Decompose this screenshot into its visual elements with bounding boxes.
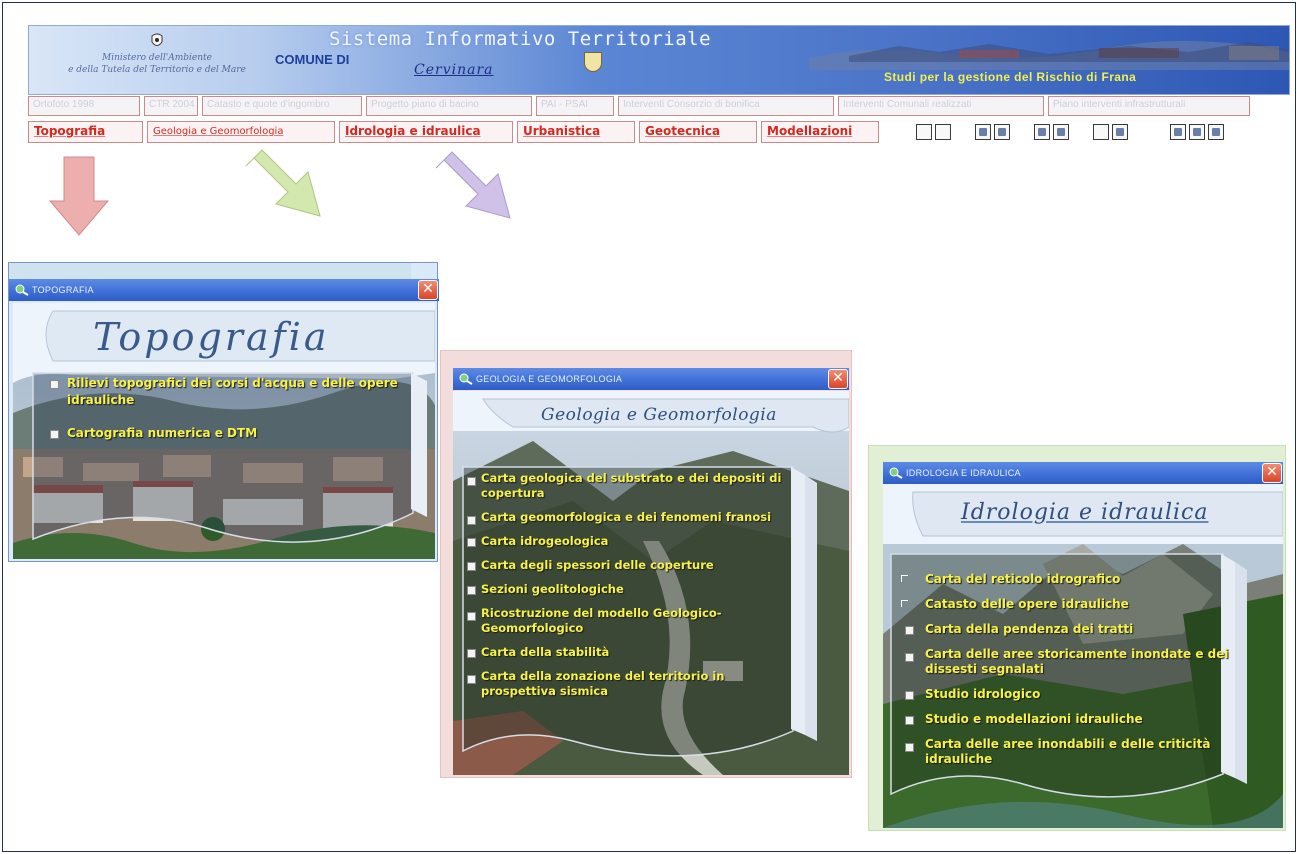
checkbox-icon[interactable]: [467, 649, 476, 658]
edit-icon[interactable]: [1053, 124, 1069, 140]
window-geologia[interactable]: GEOLOGIA E GEOMORFOLOGIA ✕ Geologia e Ge…: [440, 350, 852, 778]
arrow-topografia-icon: [48, 156, 110, 236]
list-item[interactable]: Carta della stabilità: [467, 645, 799, 660]
list-item[interactable]: Studio e modellazioni idrauliche: [905, 712, 1235, 727]
map-tools: [916, 124, 1224, 140]
list-item[interactable]: Carta geologica del substrato e dei depo…: [467, 471, 799, 501]
checkbox-icon[interactable]: [467, 562, 476, 571]
card-title-topografia: Topografia: [93, 315, 330, 359]
window-topografia[interactable]: TOPOGRAFIA ✕ Topografia Rilievi topograf…: [8, 262, 439, 562]
list-item[interactable]: Carta della zonazione del territorio in …: [467, 669, 799, 699]
tagline: Studi per la gestione del Rischio di Fra…: [884, 70, 1137, 84]
list-item[interactable]: Carta del reticolo idrografico: [901, 572, 1235, 587]
checkbox-icon[interactable]: [905, 716, 914, 725]
list-topografia: Rilievi topografici dei corsi d'acqua e …: [50, 375, 407, 442]
window-idrologia[interactable]: IDROLOGIA E IDRAULICA ✕ Idrologia e idra…: [868, 445, 1286, 831]
list-item[interactable]: Carta della pendenza dei tratti: [905, 622, 1235, 637]
titlebar-topografia[interactable]: TOPOGRAFIA ✕: [9, 279, 439, 301]
header-photo-strip: [809, 40, 1289, 70]
list-idrologia: Carta del reticolo idrografico Catasto d…: [901, 572, 1235, 767]
tool-ctr[interactable]: CTR 2004: [144, 96, 198, 116]
tool-interventi-consorzio[interactable]: Interventi Consorzio di bonifica: [618, 96, 834, 116]
checkbox-icon[interactable]: [901, 600, 908, 607]
tool-blank-2[interactable]: [935, 124, 951, 140]
list-item[interactable]: Carta degli spessori delle coperture: [467, 558, 799, 573]
checkbox-icon[interactable]: [905, 626, 914, 635]
toolbar-row-secondary: Ortofoto 1998 CTR 2004 Catasto e quote d…: [28, 96, 1250, 116]
system-title: Sistema Informativo Territoriale: [329, 28, 712, 50]
tool-ortofoto[interactable]: Ortofoto 1998: [28, 96, 140, 116]
checkbox-icon[interactable]: [905, 653, 914, 662]
list-item[interactable]: Carta geomorfologica e dei fenomeni fran…: [467, 510, 799, 525]
close-icon[interactable]: ✕: [828, 369, 848, 389]
tool-interventi-comunali[interactable]: Interventi Comunali realizzati: [838, 96, 1044, 116]
tool-progetto-piano[interactable]: Progetto piano di bacino: [366, 96, 532, 116]
print-icon[interactable]: [1189, 124, 1205, 140]
close-icon[interactable]: ✕: [418, 280, 438, 300]
checkbox-icon[interactable]: [467, 675, 476, 684]
checkbox-icon[interactable]: [901, 575, 908, 582]
window-title: GEOLOGIA E GEOMORFOLOGIA: [476, 374, 623, 384]
crest-icon: [151, 33, 163, 46]
checkbox-icon[interactable]: [467, 477, 476, 486]
window-title: TOPOGRAFIA: [32, 285, 94, 295]
menu-modellazioni[interactable]: Modellazioni: [761, 121, 879, 143]
header-banner: Ministero dell'Ambiente e della Tutela d…: [28, 25, 1290, 95]
list-item[interactable]: Carta delle aree storicamente inondate e…: [905, 647, 1235, 677]
magnifier-globe-icon: [15, 284, 29, 296]
main-menu: Topografia Geologia e Geomorfologia Idro…: [28, 120, 879, 144]
tool-piano-interventi[interactable]: Piano interventi infrastrutturali: [1048, 96, 1250, 116]
export-icon[interactable]: [1208, 124, 1224, 140]
refresh-icon[interactable]: [1170, 124, 1186, 140]
card-title-idrologia: Idrologia e idraulica: [961, 500, 1209, 525]
list-item[interactable]: Catasto delle opere idrauliche: [901, 597, 1235, 612]
menu-urbanistica[interactable]: Urbanistica: [517, 121, 635, 143]
list-item[interactable]: Carta delle aree inondabili e delle crit…: [905, 737, 1235, 767]
titlebar-idrologia[interactable]: IDROLOGIA E IDRAULICA ✕: [883, 462, 1283, 484]
comune-shield-icon: [584, 52, 602, 72]
checkbox-icon[interactable]: [905, 691, 914, 700]
tool-catasto[interactable]: Catasto e quote d'ingombro: [202, 96, 362, 116]
checkbox-icon[interactable]: [467, 586, 476, 595]
magnifier-globe-icon: [889, 467, 903, 479]
body-idrologia: Idrologia e idraulica Carta del reticolo…: [883, 484, 1283, 828]
card-title-geologia: Geologia e Geomorfologia: [541, 405, 777, 425]
select-icon[interactable]: [1112, 124, 1128, 140]
checkbox-icon[interactable]: [50, 430, 59, 439]
titlebar-geologia[interactable]: GEOLOGIA E GEOMORFOLOGIA ✕: [453, 368, 849, 390]
pan-icon[interactable]: [975, 124, 991, 140]
list-item[interactable]: Studio idrologico: [905, 687, 1235, 702]
checkbox-icon[interactable]: [467, 516, 476, 525]
list-item[interactable]: Cartografia numerica e DTM: [50, 425, 407, 442]
comune-label: COMUNE DI: [275, 52, 350, 67]
menu-topografia[interactable]: Topografia: [28, 121, 143, 143]
list-item[interactable]: Carta idrogeologica: [467, 534, 799, 549]
menu-idrologia[interactable]: Idrologia e idraulica: [339, 121, 513, 143]
close-icon[interactable]: ✕: [1262, 463, 1282, 483]
arrow-idrologia-icon: [435, 151, 511, 219]
checkbox-icon[interactable]: [905, 743, 914, 752]
zoom-icon[interactable]: [994, 124, 1010, 140]
menu-geologia[interactable]: Geologia e Geomorfologia: [147, 121, 335, 143]
layer-icon[interactable]: [1034, 124, 1050, 140]
magnifier-globe-icon: [459, 373, 473, 385]
checkbox-icon[interactable]: [50, 380, 59, 389]
list-item[interactable]: Ricostruzione del modello Geologico-Geom…: [467, 606, 799, 636]
arrow-geologia-icon: [245, 149, 321, 217]
window-title: IDROLOGIA E IDRAULICA: [906, 468, 1021, 478]
menu-geotecnica[interactable]: Geotecnica: [639, 121, 757, 143]
list-item[interactable]: Rilievi topografici dei corsi d'acqua e …: [50, 375, 407, 409]
comune-name: Cervinara: [414, 62, 494, 78]
body-geologia: Geologia e Geomorfologia Carta geologica…: [453, 391, 849, 775]
list-item[interactable]: Sezioni geolitologiche: [467, 582, 799, 597]
list-geologia: Carta geologica del substrato e dei depo…: [467, 471, 799, 699]
tool-pai[interactable]: PAI - PSAI: [536, 96, 614, 116]
tool-blank-3[interactable]: [1093, 124, 1109, 140]
tool-blank-1[interactable]: [916, 124, 932, 140]
ministry-label: Ministero dell'Ambiente e della Tutela d…: [68, 53, 246, 75]
checkbox-icon[interactable]: [467, 538, 476, 547]
body-topografia: Topografia Rilievi topografici dei corsi…: [13, 303, 435, 559]
checkbox-icon[interactable]: [467, 612, 476, 621]
